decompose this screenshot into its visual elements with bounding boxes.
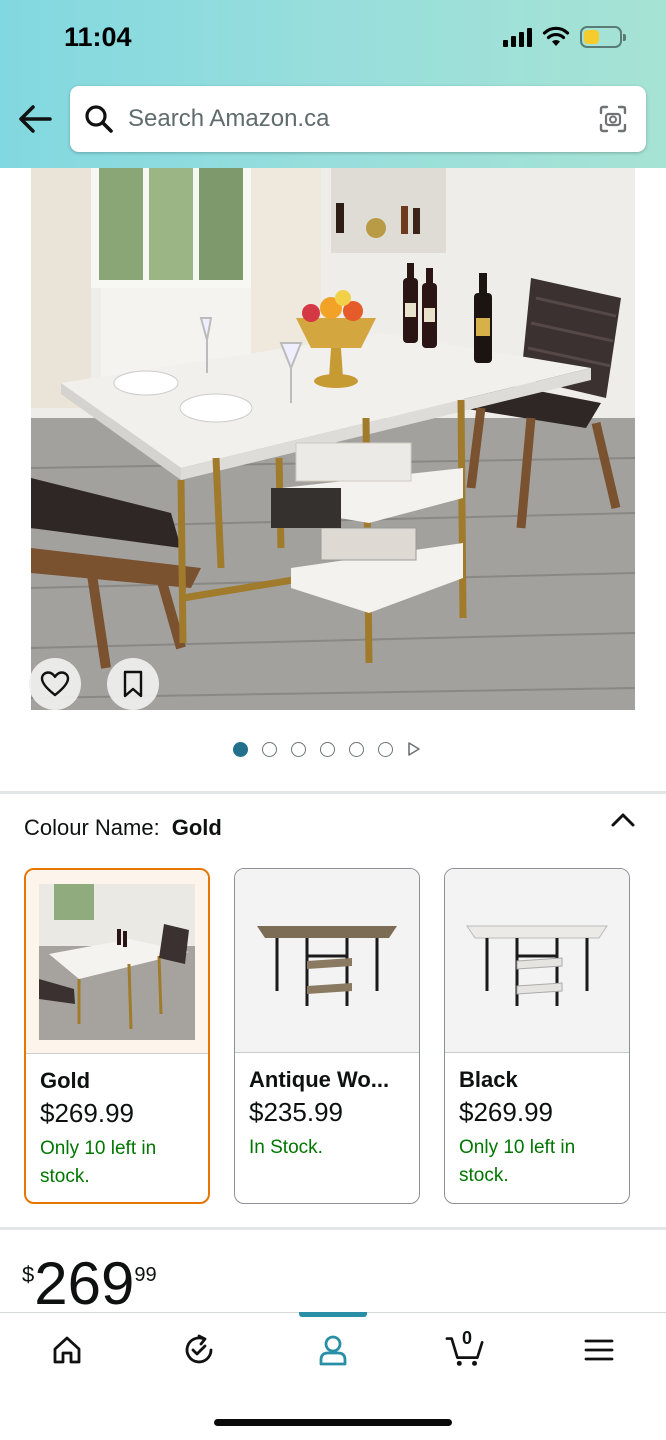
- swatch-antique-wood[interactable]: Antique Wo... $235.99 In Stock.: [234, 868, 420, 1204]
- carousel-dot[interactable]: [378, 741, 393, 757]
- swatch-gold[interactable]: Gold $269.99 Only 10 left in stock.: [24, 868, 210, 1204]
- refresh-icon: [185, 1334, 213, 1364]
- swatch-stock: Only 10 left in stock.: [459, 1137, 576, 1186]
- swatch-price: $269.99: [40, 1098, 134, 1128]
- product-photo: [31, 168, 635, 710]
- play-video-icon[interactable]: [407, 741, 421, 757]
- swatch-image: [26, 870, 208, 1054]
- back-arrow-icon[interactable]: [18, 104, 52, 134]
- nav-account[interactable]: [313, 1330, 353, 1370]
- wifi-icon: [542, 26, 570, 46]
- header: 11:04 Search Amazon.ca: [0, 0, 666, 168]
- carousel-dot[interactable]: [262, 741, 277, 757]
- active-tab-indicator: [299, 1312, 367, 1317]
- nav-home[interactable]: [47, 1330, 87, 1370]
- carousel-dot[interactable]: [320, 741, 335, 757]
- swatch-price: $269.99: [459, 1097, 553, 1127]
- swatch-price: $235.99: [249, 1097, 343, 1127]
- bookmark-icon: [123, 670, 143, 698]
- search-input[interactable]: Search Amazon.ca: [70, 86, 646, 152]
- swatch-image: [235, 869, 419, 1053]
- save-to-list-button[interactable]: [107, 658, 159, 710]
- search-icon: [85, 105, 113, 133]
- section-divider: [0, 1227, 666, 1230]
- product-image[interactable]: [31, 168, 635, 710]
- section-divider: [0, 791, 666, 794]
- carousel-dots[interactable]: [233, 741, 421, 757]
- heart-icon: [40, 671, 70, 697]
- cellular-signal-icon: [503, 27, 532, 47]
- status-time: 11:04: [64, 22, 132, 52]
- home-indicator: [214, 1419, 452, 1426]
- account-icon: [319, 1335, 347, 1366]
- nav-buy-again[interactable]: [179, 1330, 219, 1370]
- swatch-name: Gold: [40, 1068, 91, 1093]
- swatch-name: Antique Wo...: [249, 1067, 390, 1092]
- price-whole: 269: [34, 1250, 135, 1317]
- swatch-stock: In Stock.: [249, 1137, 323, 1158]
- swatch-black[interactable]: Black $269.99 Only 10 left in stock.: [444, 868, 630, 1204]
- camera-icon[interactable]: [598, 104, 628, 134]
- swatch-stock: Only 10 left in stock.: [40, 1138, 157, 1187]
- cart-count: 0: [462, 1328, 473, 1348]
- carousel-dot[interactable]: [233, 741, 248, 757]
- status-icons: [503, 26, 626, 48]
- product-price: $ 269 99: [22, 1252, 157, 1316]
- price-symbol: $: [22, 1262, 35, 1287]
- colour-value: Gold: [171, 815, 222, 840]
- battery-icon: [580, 26, 626, 48]
- search-placeholder: Search Amazon.ca: [128, 105, 330, 132]
- price-fraction: 99: [134, 1264, 157, 1286]
- chevron-up-icon[interactable]: [610, 810, 636, 830]
- swatch-name: Black: [459, 1067, 518, 1092]
- nav-menu[interactable]: [579, 1330, 619, 1370]
- swatch-image: [445, 869, 629, 1053]
- carousel-dot[interactable]: [349, 741, 364, 757]
- menu-icon: [584, 1339, 614, 1361]
- carousel-dot[interactable]: [291, 741, 306, 757]
- favorite-button[interactable]: [29, 658, 81, 710]
- home-icon: [53, 1336, 81, 1364]
- colour-label-text: Colour Name:: [24, 815, 160, 840]
- colour-name-label: Colour Name: Gold: [24, 815, 222, 841]
